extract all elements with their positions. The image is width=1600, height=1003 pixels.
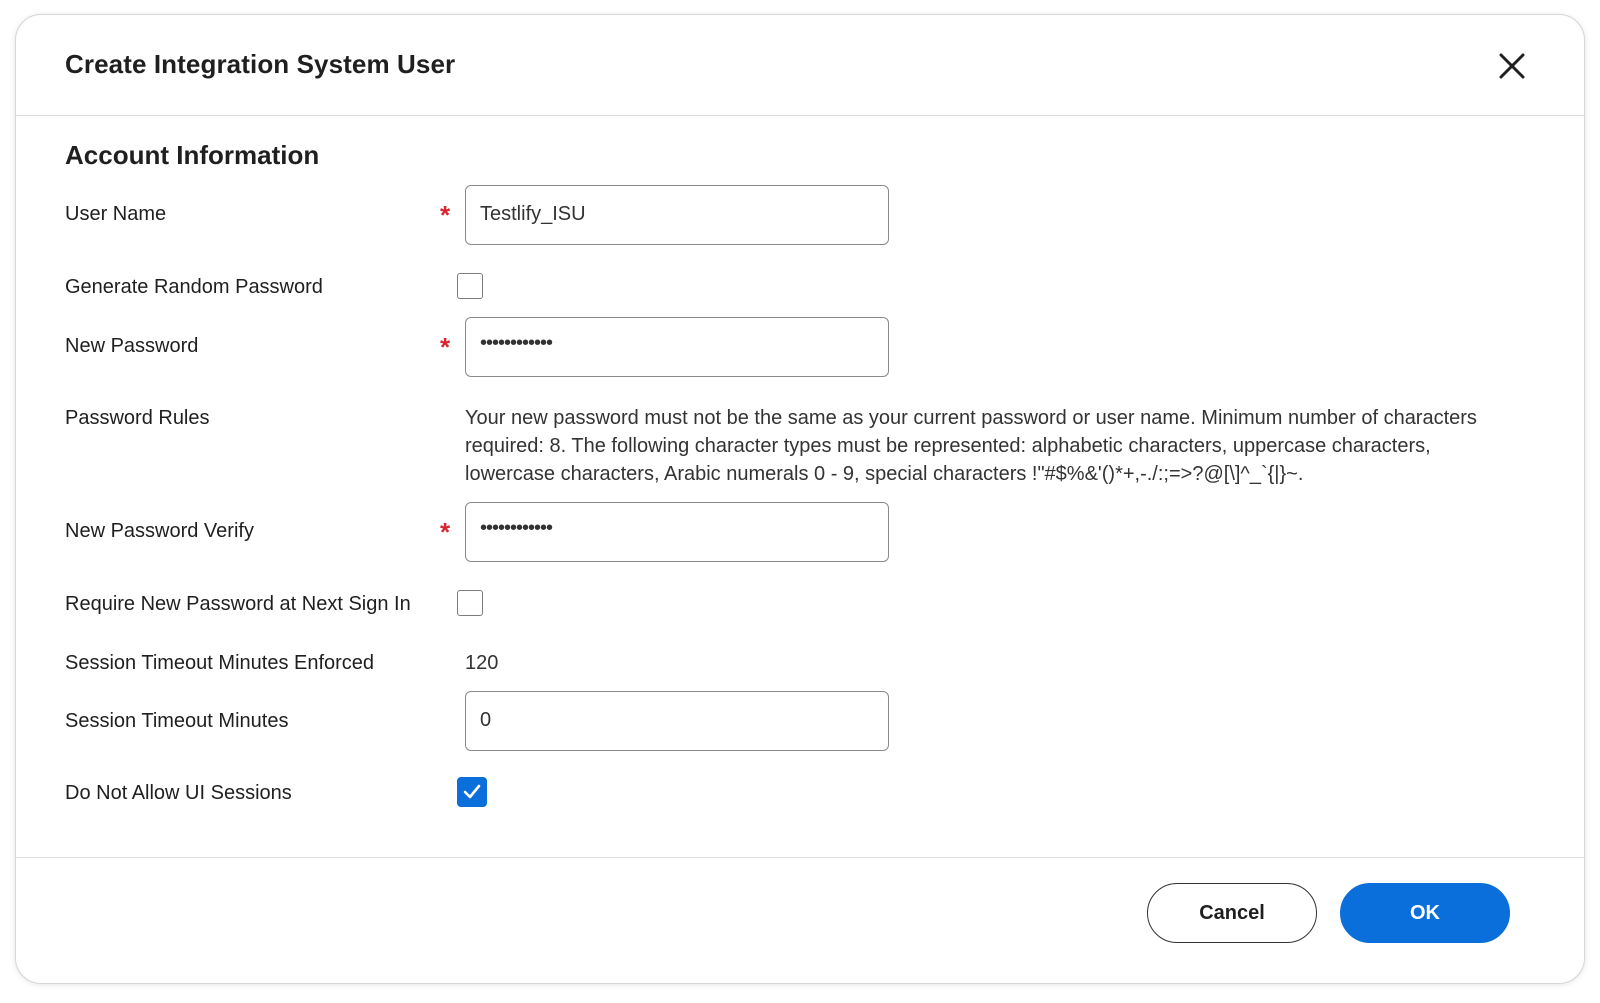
dialog-title: Create Integration System User xyxy=(65,49,456,79)
new-password-input[interactable]: •••••••••••• xyxy=(465,317,889,377)
new-password-label: New Password xyxy=(65,335,199,357)
ok-button[interactable]: OK xyxy=(1340,883,1510,943)
user-name-label: User Name xyxy=(65,203,167,225)
session-timeout-enforced-value: 120 xyxy=(465,652,499,674)
session-timeout-minutes-value: 0 xyxy=(480,709,492,731)
dialog-footer: Cancel OK xyxy=(16,857,1584,983)
new-password-verify-label: New Password Verify xyxy=(65,520,254,542)
new-password-verify-value: •••••••••••• xyxy=(480,517,553,539)
section-title: Account Information xyxy=(65,140,320,170)
password-rules-label: Password Rules xyxy=(65,407,210,429)
session-timeout-enforced-label: Session Timeout Minutes Enforced xyxy=(65,652,375,674)
new-password-verify-input[interactable]: •••••••••••• xyxy=(465,502,889,562)
require-new-password-checkbox[interactable] xyxy=(457,590,483,616)
do-not-allow-ui-sessions-label: Do Not Allow UI Sessions xyxy=(65,782,292,804)
user-name-value: Testlify_ISU xyxy=(480,203,586,225)
user-name-input[interactable]: Testlify_ISU xyxy=(465,185,889,245)
checkmark-icon xyxy=(463,784,481,799)
close-icon xyxy=(1499,53,1525,79)
dialog-header: Create Integration System User xyxy=(16,15,1584,116)
do-not-allow-ui-sessions-checkbox[interactable] xyxy=(457,777,487,807)
required-marker: * xyxy=(440,332,451,362)
password-rules-text: Your new password must not be the same a… xyxy=(465,407,1477,485)
required-marker: * xyxy=(440,200,451,230)
cancel-button[interactable]: Cancel xyxy=(1147,883,1317,943)
new-password-value: •••••••••••• xyxy=(480,332,553,354)
create-isu-dialog: Create Integration System User Account I… xyxy=(15,14,1585,984)
generate-random-password-checkbox[interactable] xyxy=(457,273,483,299)
generate-random-password-label: Generate Random Password xyxy=(65,276,323,298)
required-marker: * xyxy=(440,517,451,547)
close-button[interactable] xyxy=(1496,50,1528,82)
session-timeout-minutes-input[interactable]: 0 xyxy=(465,691,889,751)
session-timeout-minutes-label: Session Timeout Minutes xyxy=(65,710,289,732)
require-new-password-label: Require New Password at Next Sign In xyxy=(65,593,411,615)
